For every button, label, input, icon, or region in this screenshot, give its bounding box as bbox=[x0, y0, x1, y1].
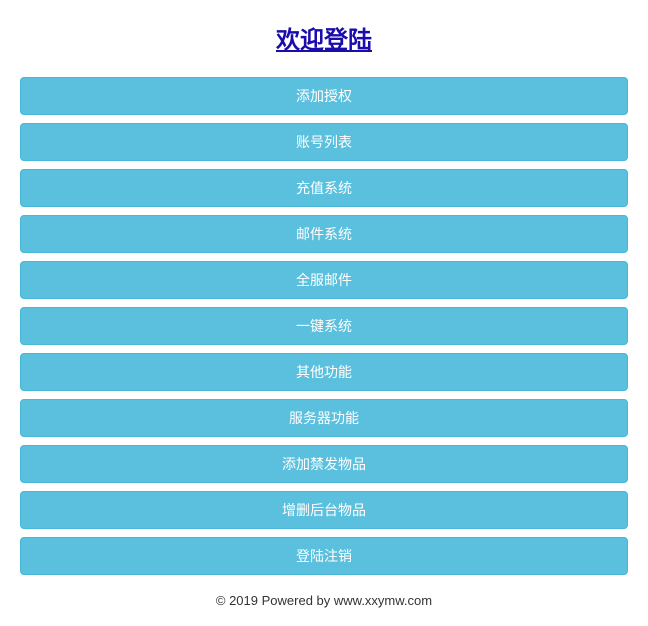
main-container: 欢迎登陆 添加授权 账号列表 充值系统 邮件系统 全服邮件 一键系统 其他功能 … bbox=[0, 0, 648, 626]
menu-account-list[interactable]: 账号列表 bbox=[20, 123, 628, 161]
title-wrapper: 欢迎登陆 bbox=[20, 0, 628, 77]
welcome-title-link[interactable]: 欢迎登陆 bbox=[276, 27, 372, 54]
menu-onekey-system[interactable]: 一键系统 bbox=[20, 307, 628, 345]
menu-mail-system[interactable]: 邮件系统 bbox=[20, 215, 628, 253]
footer-text: © 2019 Powered by www.xxymw.com bbox=[20, 575, 628, 626]
menu-recharge-system[interactable]: 充值系统 bbox=[20, 169, 628, 207]
menu-server-functions[interactable]: 服务器功能 bbox=[20, 399, 628, 437]
menu-edit-backend-items[interactable]: 增删后台物品 bbox=[20, 491, 628, 529]
menu-other-functions[interactable]: 其他功能 bbox=[20, 353, 628, 391]
menu-list: 添加授权 账号列表 充值系统 邮件系统 全服邮件 一键系统 其他功能 服务器功能… bbox=[20, 77, 628, 575]
menu-logout[interactable]: 登陆注销 bbox=[20, 537, 628, 575]
menu-server-mail[interactable]: 全服邮件 bbox=[20, 261, 628, 299]
menu-add-auth[interactable]: 添加授权 bbox=[20, 77, 628, 115]
menu-add-banned-items[interactable]: 添加禁发物品 bbox=[20, 445, 628, 483]
